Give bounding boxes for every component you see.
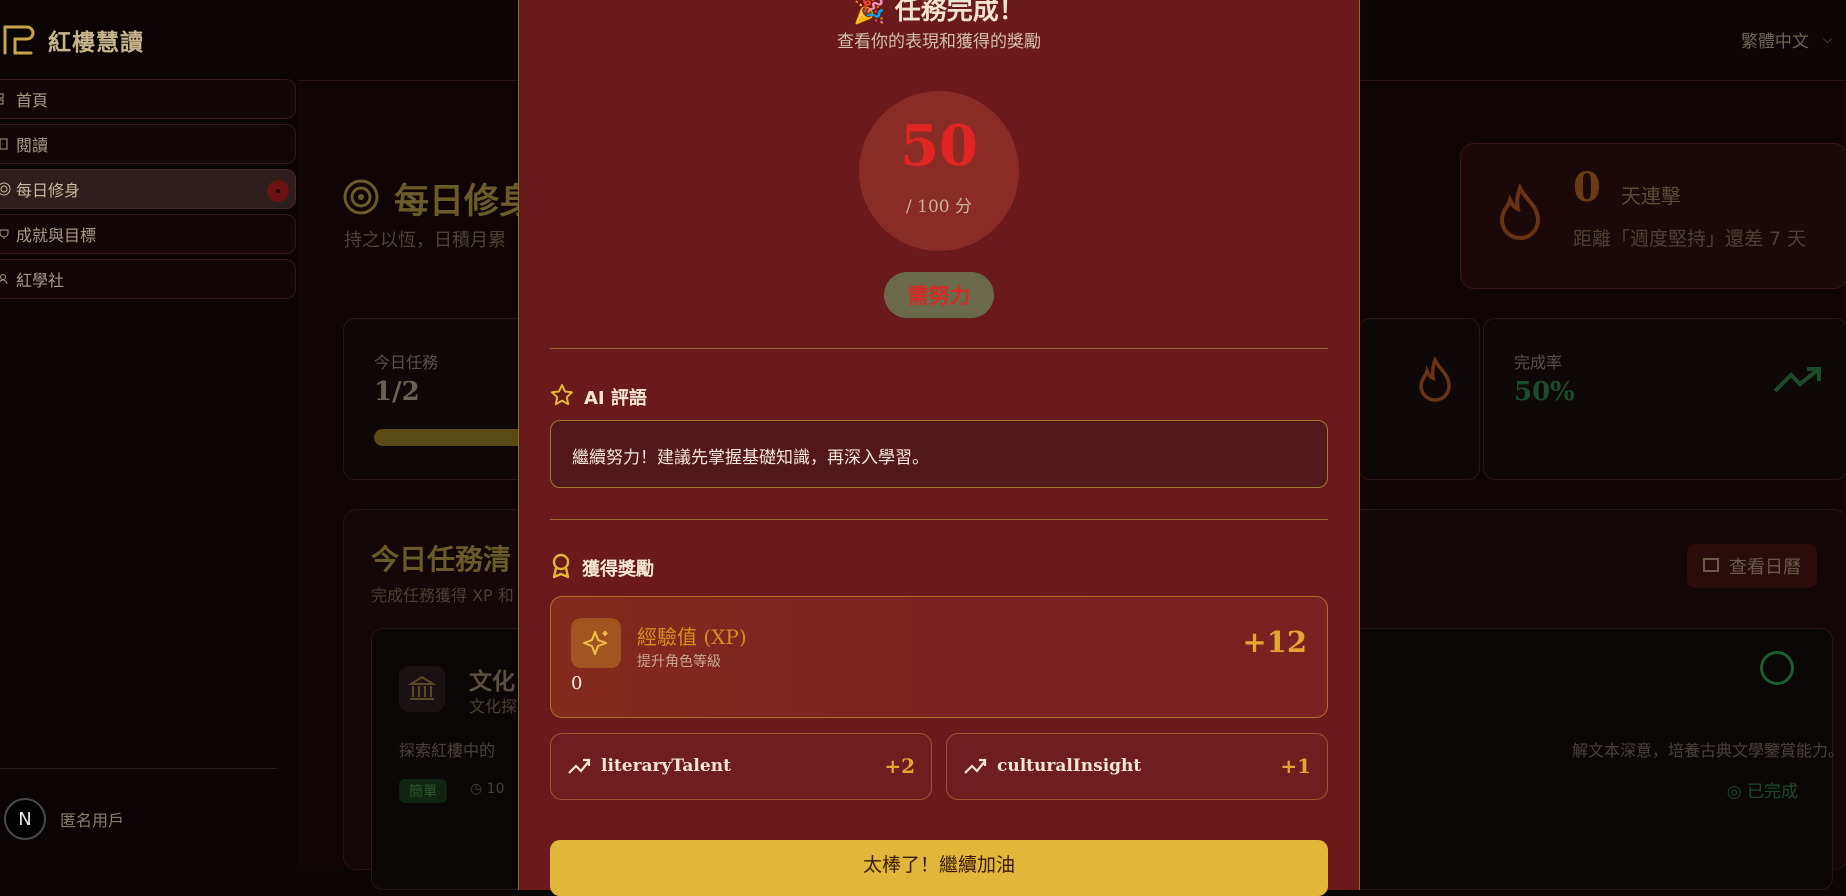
task-duration: ◷ 10	[470, 781, 505, 797]
logo-icon	[0, 22, 38, 58]
score-value: 50	[900, 113, 978, 179]
award-icon	[550, 553, 572, 583]
stat-value: 50%	[1514, 377, 1575, 407]
attribute-reward-literary: literaryTalent +2	[550, 733, 932, 800]
modal-subtitle: 查看你的表現和獲得的獎勵	[837, 32, 1041, 52]
difficulty-badge: 簡單	[399, 779, 447, 803]
task-complete-modal: 🎉 任務完成！ 查看你的表現和獲得的獎勵 50 / 100 分 需努力 AI 評…	[518, 0, 1360, 896]
brand[interactable]: 紅樓慧讀	[0, 20, 144, 60]
target-icon	[342, 178, 380, 220]
xp-subtitle: 提升角色等級	[637, 654, 721, 670]
score-total: / 100 分	[906, 197, 972, 217]
task-list-title: 今日任務清	[371, 543, 512, 576]
users-icon	[0, 271, 12, 287]
task-title: 文化	[469, 669, 515, 695]
chevron-down-icon: ⌵	[1822, 32, 1832, 46]
view-calendar-label: 查看日曆	[1729, 557, 1801, 578]
user-profile[interactable]: N 匿名用戶	[4, 798, 124, 840]
trophy-icon	[0, 226, 12, 242]
language-select[interactable]: 繁體中文 ⌵	[1741, 27, 1832, 52]
xp-title: 經驗值 (XP)	[637, 625, 747, 649]
sidebar-nav: 首頁 閱讀 每日修身 成就與目標 紅學社	[0, 79, 298, 304]
sidebar-item-achievements[interactable]: 成就與目標	[0, 214, 296, 254]
sidebar-item-community[interactable]: 紅學社	[0, 259, 296, 299]
task-description-tail: 解文本深意，培養古典文學鑒賞能力。	[1572, 741, 1845, 760]
stat-rate: 完成率 50%	[1483, 318, 1846, 480]
sparkles-icon	[571, 618, 621, 668]
attribute-points: +2	[884, 754, 915, 778]
score-circle: 50 / 100 分	[859, 91, 1019, 251]
modal-title-text: 任務完成！	[894, 0, 1025, 26]
streak-count: 0	[1573, 164, 1601, 211]
check-circle-icon	[1760, 651, 1794, 685]
ai-comment-heading-text: AI 評語	[584, 388, 647, 409]
avatar[interactable]: N	[4, 798, 46, 840]
sidebar-item-label: 紅學社	[16, 271, 65, 290]
xp-reward-card: 經驗值 (XP) 提升角色等級 +12 0	[550, 596, 1328, 718]
user-name: 匿名用戶	[60, 811, 125, 830]
trending-up-icon	[963, 756, 987, 780]
sidebar-item-label: 首頁	[16, 91, 49, 110]
xp-current: 0	[571, 673, 583, 694]
page-title: 每日修身	[342, 173, 534, 224]
attribute-reward-cultural: culturalInsight +1	[946, 733, 1328, 800]
divider	[550, 348, 1328, 349]
trending-up-icon	[1773, 365, 1821, 399]
attribute-points: +1	[1280, 754, 1311, 778]
app-title: 紅樓慧讀	[48, 30, 144, 56]
task-list-subtitle: 完成任務獲得 XP 和	[371, 586, 514, 605]
streak-card: 0 天連擊 距離「週度堅持」還差 7 天	[1460, 143, 1846, 289]
attribute-name: literaryTalent	[601, 756, 731, 776]
rewards-heading-text: 獲得獎勵	[582, 559, 654, 580]
ai-comment-text: 繼續努力！建議先掌握基礎知識，再深入學習。	[572, 448, 929, 468]
target-icon	[0, 181, 12, 197]
stat-streak-mini	[1358, 318, 1480, 480]
score-level-badge: 需努力	[884, 272, 994, 318]
rewards-heading: 獲得獎勵	[550, 553, 654, 583]
stat-value: 1/2	[374, 377, 420, 407]
modal-title: 🎉 任務完成！	[519, 0, 1359, 27]
streak-unit: 天連擊	[1621, 184, 1681, 208]
task-duration-value: 10	[486, 781, 505, 797]
task-description: 探索紅樓中的	[399, 741, 496, 760]
stat-today: 今日任務 1/2	[343, 318, 574, 480]
clock-icon: ◷	[470, 781, 483, 797]
task-status: ◎ 已完成	[1727, 777, 1798, 802]
streak-hint: 距離「週度堅持」還差 7 天	[1573, 228, 1807, 250]
task-subtitle: 文化探	[469, 697, 518, 716]
star-icon	[550, 383, 574, 411]
sidebar-item-label: 閱讀	[16, 136, 49, 155]
view-calendar-button[interactable]: 查看日曆	[1687, 544, 1817, 588]
sidebar-divider	[0, 768, 277, 769]
attribute-name: culturalInsight	[997, 756, 1142, 776]
landmark-icon	[399, 666, 445, 712]
ai-comment-heading: AI 評語	[550, 383, 647, 411]
xp-value: +12	[1242, 625, 1307, 659]
stat-label: 今日任務	[374, 353, 439, 372]
ai-comment-box: 繼續努力！建議先掌握基礎知識，再深入學習。	[550, 420, 1328, 488]
trending-up-icon	[567, 756, 591, 780]
sidebar-item-home[interactable]: 首頁	[0, 79, 296, 119]
sidebar-item-reading[interactable]: 閱讀	[0, 124, 296, 164]
home-icon	[0, 91, 12, 107]
sidebar-item-daily[interactable]: 每日修身	[0, 169, 296, 209]
page-title-text: 每日修身	[394, 182, 535, 222]
task-status-label: 已完成	[1747, 782, 1798, 802]
sidebar: 紅樓慧讀 首頁 閱讀 每日修身 成就與目標 紅學社 N 匿名用戶	[0, 0, 299, 868]
stat-label: 完成率	[1514, 353, 1563, 372]
flame-icon	[1417, 355, 1453, 407]
divider	[550, 519, 1328, 520]
book-icon	[0, 136, 12, 152]
sidebar-item-label: 每日修身	[16, 181, 81, 200]
language-label: 繁體中文	[1740, 32, 1809, 52]
continue-button[interactable]: 太棒了！繼續加油	[550, 840, 1328, 896]
check-circle-icon: ◎	[1726, 782, 1742, 802]
sidebar-item-label: 成就與目標	[16, 226, 97, 245]
page-subtitle: 持之以恆，日積月累	[344, 230, 506, 251]
notification-badge	[267, 180, 289, 202]
flame-icon	[1497, 182, 1543, 244]
calendar-icon	[1703, 556, 1719, 577]
